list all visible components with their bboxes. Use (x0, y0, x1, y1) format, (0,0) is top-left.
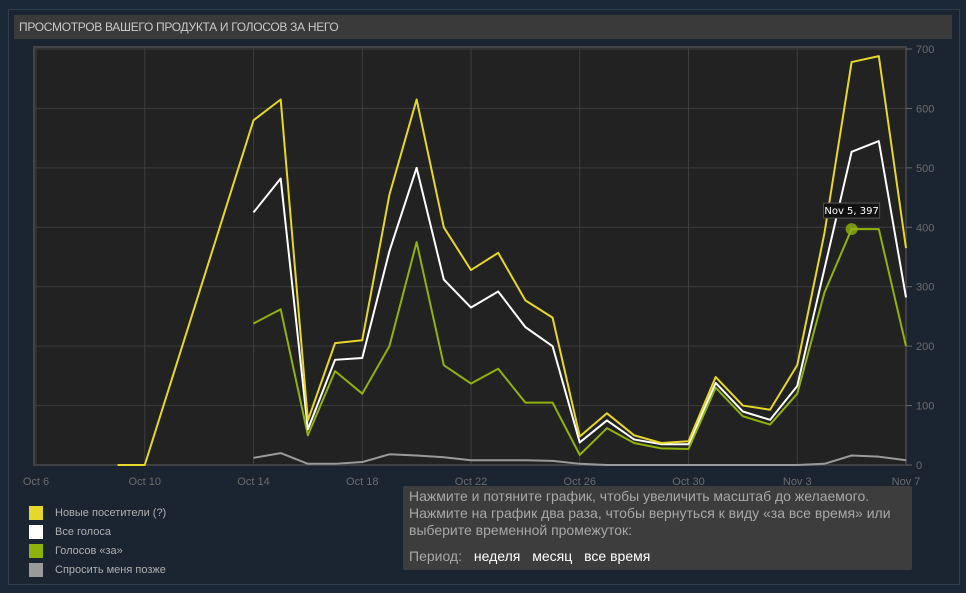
y-tick-label: 0 (916, 460, 922, 472)
legend-swatch (29, 543, 43, 558)
y-tick-label: 100 (916, 401, 934, 413)
period-selector: Период: неделя месяц все время (409, 548, 906, 565)
info-box: Нажмите и потяните график, чтобы увеличи… (403, 486, 912, 570)
legend-label: Голосов «за» (55, 544, 123, 557)
x-tick-label: Oct 10 (129, 476, 161, 488)
y-tick-label: 300 (916, 282, 934, 294)
legend-item[interactable]: Все голоса (29, 522, 166, 541)
legend-label: Новые посетители (?) (55, 506, 167, 519)
legend: Новые посетители (?) Все голоса Голосов «з… (29, 503, 166, 579)
tooltip-label: Nov 5, 397 (824, 206, 879, 217)
y-tick-label: 400 (916, 222, 934, 234)
y-tick-label: 700 (916, 44, 934, 56)
x-tick-label: Oct 6 (23, 476, 49, 488)
tooltip-point (845, 223, 858, 236)
legend-swatch (29, 562, 43, 577)
legend-swatch (29, 524, 43, 539)
period-label: Период: (409, 548, 462, 564)
y-tick-label: 500 (916, 163, 934, 175)
info-line-2: Нажмите на график два раза, чтобы вернут… (409, 505, 891, 538)
y-tick-label: 200 (916, 341, 934, 353)
legend-swatch (29, 505, 43, 520)
legend-label: Все голоса (55, 525, 111, 538)
legend-item[interactable]: Новые посетители (?) (29, 503, 166, 522)
y-tick-label: 600 (916, 103, 934, 115)
info-line-1: Нажмите и потяните график, чтобы увеличи… (409, 488, 870, 504)
period-month-link[interactable]: месяц (532, 548, 572, 564)
legend-label: Спросить меня позже (55, 563, 166, 576)
period-all-time-link[interactable]: все время (584, 548, 650, 564)
legend-item[interactable]: Голосов «за» (29, 541, 166, 560)
period-week-link[interactable]: неделя (474, 548, 520, 564)
legend-item[interactable]: Спросить меня позже (29, 560, 166, 579)
x-tick-label: Oct 14 (237, 476, 269, 488)
x-tick-label: Oct 18 (346, 476, 378, 488)
